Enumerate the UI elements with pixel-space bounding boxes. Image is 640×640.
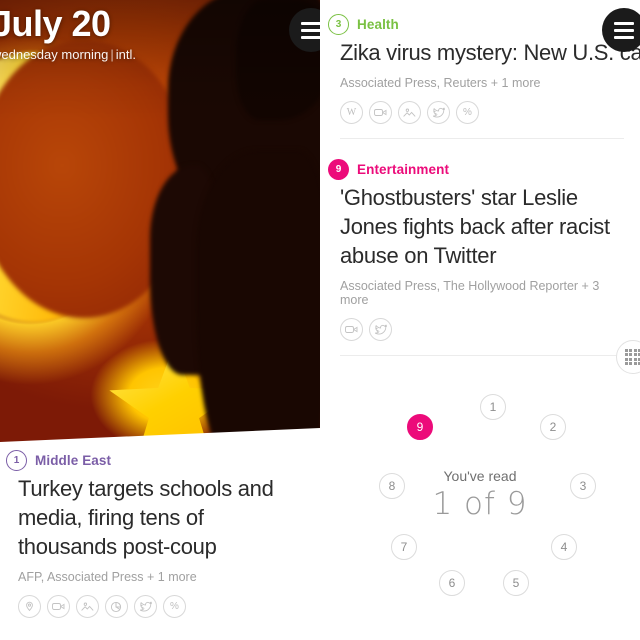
- category-label[interactable]: Entertainment: [357, 162, 449, 177]
- hamburger-menu-icon: [301, 35, 320, 39]
- hamburger-menu-icon: [301, 21, 320, 25]
- read-progress-dial: 1 2 3 4 5 6 7 8 9 You've read 1 of 9: [320, 382, 640, 632]
- dial-dot-9[interactable]: 9: [407, 414, 433, 440]
- dial-center: You've read 1 of 9: [320, 468, 640, 522]
- dial-dot-4[interactable]: 4: [551, 534, 577, 560]
- dial-dot-7[interactable]: 7: [391, 534, 417, 560]
- video-icon[interactable]: [340, 318, 363, 341]
- percent-glyph: %: [170, 600, 179, 612]
- grid-view-icon: [624, 348, 640, 366]
- category-row: 3 Health: [328, 14, 624, 35]
- source-icon-row: %: [18, 595, 302, 618]
- category-row: 1 Middle East: [6, 450, 302, 471]
- dial-label: You've read: [443, 468, 517, 484]
- news-card-entertainment[interactable]: 9 Entertainment 'Ghostbusters' star Lesl…: [320, 147, 640, 364]
- image-icon[interactable]: [76, 595, 99, 618]
- hamburger-menu-icon: [301, 28, 320, 32]
- headline[interactable]: Zika virus mystery: New U.S. case stumps…: [340, 38, 640, 67]
- sources-line: Associated Press, Reuters + 1 more: [340, 76, 541, 90]
- dial-dot-2[interactable]: 2: [540, 414, 566, 440]
- category-label[interactable]: Health: [357, 17, 399, 32]
- hero-subtitle-edition: intl.: [115, 47, 136, 62]
- percent-icon[interactable]: %: [456, 101, 479, 124]
- pie-chart-icon[interactable]: [105, 595, 128, 618]
- hero-date: July 20: [0, 3, 111, 44]
- wikipedia-glyph: W: [346, 106, 357, 118]
- card-divider: [340, 138, 624, 139]
- app-screen: July 20 wednesday morning | intl. 1 Middle…: [0, 0, 640, 640]
- sources-line: AFP, Associated Press + 1 more: [18, 570, 197, 584]
- image-icon[interactable]: [398, 101, 421, 124]
- hero-subtitle: wednesday morning | intl.: [0, 46, 136, 63]
- twitter-icon[interactable]: [369, 318, 392, 341]
- right-panel: 3 Health Zika virus mystery: New U.S. ca…: [320, 0, 640, 640]
- dial-count: 1 of 9: [432, 486, 528, 522]
- source-icon-row: [340, 318, 624, 341]
- dial-dot-5[interactable]: 5: [503, 570, 529, 596]
- hamburger-menu-icon: [614, 28, 634, 32]
- dial-dot-6[interactable]: 6: [439, 570, 465, 596]
- category-badge[interactable]: 3: [328, 14, 349, 35]
- card-divider: [340, 355, 624, 356]
- hero-header: July 20 wednesday morning | intl.: [0, 4, 136, 63]
- hero-subtitle-separator: |: [110, 47, 114, 62]
- percent-icon[interactable]: %: [163, 595, 186, 618]
- twitter-icon[interactable]: [427, 101, 450, 124]
- location-pin-icon[interactable]: [18, 595, 41, 618]
- grid-view-button[interactable]: [616, 340, 640, 374]
- left-panel: July 20 wednesday morning | intl. 1 Middle…: [0, 0, 320, 640]
- video-icon[interactable]: [369, 101, 392, 124]
- hamburger-menu-icon: [614, 21, 634, 25]
- wikipedia-icon[interactable]: W: [340, 101, 363, 124]
- twitter-icon[interactable]: [134, 595, 157, 618]
- headline[interactable]: 'Ghostbusters' star Leslie Jones fights …: [340, 183, 624, 270]
- sources-line: Associated Press, The Hollywood Reporter…: [340, 279, 600, 307]
- percent-glyph: %: [463, 106, 472, 118]
- headline[interactable]: Turkey targets schools and media, firing…: [18, 474, 302, 561]
- dial-dot-1[interactable]: 1: [480, 394, 506, 420]
- category-row: 9 Entertainment: [328, 159, 624, 180]
- menu-button-right[interactable]: [602, 8, 640, 52]
- category-label[interactable]: Middle East: [35, 453, 111, 468]
- category-badge[interactable]: 9: [328, 159, 349, 180]
- news-card-health[interactable]: 3 Health Zika virus mystery: New U.S. ca…: [320, 0, 640, 147]
- hamburger-menu-icon: [614, 35, 634, 39]
- video-icon[interactable]: [47, 595, 70, 618]
- hero-subtitle-day: wednesday morning: [0, 47, 109, 62]
- news-card-middle-east[interactable]: 1 Middle East Turkey targets schools and…: [0, 428, 320, 640]
- category-badge[interactable]: 1: [6, 450, 27, 471]
- source-icon-row: W %: [340, 101, 624, 124]
